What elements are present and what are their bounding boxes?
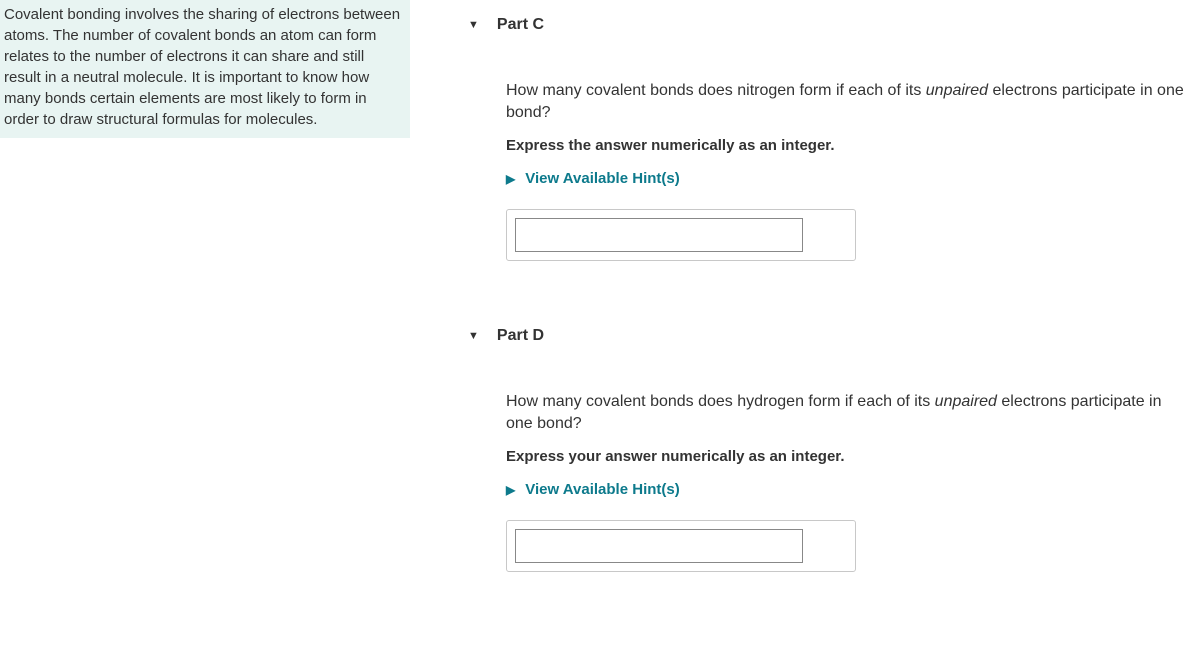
- part-d-hints-toggle[interactable]: ▶ View Available Hint(s): [506, 481, 1192, 498]
- part-d-section: ▼ Part D How many covalent bonds does hy…: [460, 311, 1200, 572]
- part-d-question-prefix: How many covalent bonds does hydrogen fo…: [506, 393, 935, 410]
- part-d-question-italic: unpaired: [935, 393, 997, 410]
- part-c-title: Part C: [497, 16, 544, 34]
- part-c-section: ▼ Part C How many covalent bonds does ni…: [460, 0, 1200, 261]
- part-c-question-italic: unpaired: [926, 82, 988, 99]
- part-c-body: How many covalent bonds does nitrogen fo…: [460, 50, 1200, 261]
- part-c-instruction: Express the answer numerically as an int…: [506, 137, 1192, 154]
- chevron-right-icon: ▶: [506, 483, 515, 497]
- part-d-header[interactable]: ▼ Part D: [460, 311, 1200, 361]
- chevron-right-icon: ▶: [506, 172, 515, 186]
- intro-text: Covalent bonding involves the sharing of…: [4, 6, 400, 128]
- part-c-answer-input[interactable]: [515, 218, 803, 252]
- part-d-title: Part D: [497, 327, 544, 345]
- part-d-answer-input[interactable]: [515, 529, 803, 563]
- part-d-question: How many covalent bonds does hydrogen fo…: [506, 391, 1192, 434]
- part-c-question-prefix: How many covalent bonds does nitrogen fo…: [506, 82, 926, 99]
- part-d-answer-container: [506, 520, 856, 572]
- part-c-answer-container: [506, 209, 856, 261]
- chevron-down-icon: ▼: [468, 330, 479, 342]
- main-content: ▼ Part C How many covalent bonds does ni…: [460, 0, 1200, 612]
- part-d-body: How many covalent bonds does hydrogen fo…: [460, 361, 1200, 572]
- part-d-instruction: Express your answer numerically as an in…: [506, 448, 1192, 465]
- intro-panel: Covalent bonding involves the sharing of…: [0, 0, 410, 138]
- part-c-header[interactable]: ▼ Part C: [460, 0, 1200, 50]
- part-c-question: How many covalent bonds does nitrogen fo…: [506, 80, 1192, 123]
- part-c-hints-label: View Available Hint(s): [525, 170, 680, 187]
- part-d-hints-label: View Available Hint(s): [525, 481, 680, 498]
- chevron-down-icon: ▼: [468, 19, 479, 31]
- part-c-hints-toggle[interactable]: ▶ View Available Hint(s): [506, 170, 1192, 187]
